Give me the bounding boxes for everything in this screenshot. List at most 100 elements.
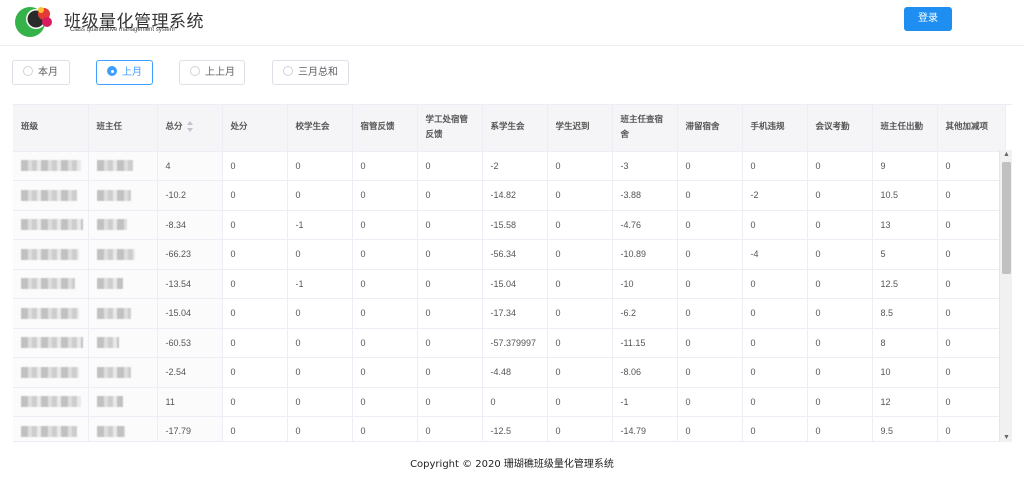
table-cell: 0	[287, 328, 353, 358]
col-header-discipline: 处分	[222, 105, 288, 152]
table-cell: 0	[222, 269, 288, 299]
table-header-row: 班级 班主任 总分 处分 校学生会 宿管反馈 学工处宿管反馈 系学生会 学生迟到…	[13, 105, 1006, 152]
table-cell: -8.34	[157, 210, 223, 240]
table-cell: 0	[807, 239, 873, 270]
class-name-cell-redacted	[13, 269, 89, 299]
redacted-text	[21, 248, 79, 260]
table-cell: 0	[222, 180, 288, 211]
radio-month-before-last[interactable]: 上上月	[179, 60, 245, 85]
table-cell: 0	[547, 239, 613, 270]
table-row: -8.34 0 -1 0 0 -15.58 0 -4.76 0 0 0 13 0	[13, 210, 1006, 240]
redacted-text	[21, 366, 79, 378]
table-cell: 0	[742, 328, 808, 358]
table-cell: 0	[417, 328, 483, 358]
table-cell: 0	[677, 180, 743, 211]
table-cell: 0	[417, 416, 483, 441]
redacted-text	[96, 396, 123, 408]
table-cell: -8.06	[612, 357, 678, 388]
table-cell: 0	[352, 387, 418, 417]
table-cell: -17.79	[157, 416, 223, 441]
redacted-text	[96, 337, 119, 349]
col-header-label: 总分	[165, 122, 183, 133]
table-cell: 9.5	[872, 416, 938, 441]
table-row: -15.04 0 0 0 0 -17.34 0 -6.2 0 0 0 8.5 0	[13, 298, 1006, 329]
col-header-dept-union: 系学生会	[482, 105, 548, 152]
table-cell: 0	[287, 180, 353, 211]
redacted-text	[96, 160, 133, 172]
radio-this-month[interactable]: 本月	[12, 60, 70, 85]
table-cell: 0	[742, 210, 808, 240]
table-cell: 0	[352, 180, 418, 211]
brand-subtitle: Class quantitative management system	[70, 27, 175, 33]
table-scrollbar[interactable]: ▲ ▼	[999, 150, 1012, 442]
table-cell: 10	[872, 357, 938, 388]
table-cell: -12.5	[482, 416, 548, 441]
teacher-name-cell-redacted	[88, 239, 158, 270]
table-cell: 4	[157, 151, 223, 181]
table-cell: 0	[807, 387, 873, 417]
table-cell: 0	[677, 387, 743, 417]
table-cell: -15.04	[157, 298, 223, 329]
table-cell: 9	[872, 151, 938, 181]
table-cell: -1	[287, 210, 353, 240]
table-cell: 0	[547, 269, 613, 299]
radio-label: 本月	[38, 67, 58, 78]
table-cell: 0	[287, 357, 353, 388]
table-cell: 0	[937, 239, 1006, 270]
table-cell: 0	[807, 210, 873, 240]
col-header-late: 学生迟到	[547, 105, 613, 152]
teacher-name-cell-redacted	[88, 416, 158, 441]
class-name-cell-redacted	[13, 416, 89, 441]
redacted-text	[21, 396, 81, 408]
scroll-thumb[interactable]	[1002, 162, 1011, 274]
redacted-text	[96, 307, 131, 319]
sort-caret-icon[interactable]	[186, 121, 194, 133]
table-cell: 0	[287, 298, 353, 329]
table-row: -2.54 0 0 0 0 -4.48 0 -8.06 0 0 0 10 0	[13, 357, 1006, 388]
radio-three-month-total[interactable]: 三月总和	[272, 60, 349, 85]
scroll-down-icon[interactable]: ▼	[1003, 434, 1010, 441]
table-cell: 0	[937, 387, 1006, 417]
table-row: -10.2 0 0 0 0 -14.82 0 -3.88 0 -2 0 10.5 0	[13, 180, 1006, 211]
table-cell: 0	[417, 151, 483, 181]
col-header-teacher-attendance: 班主任出勤	[872, 105, 938, 152]
scroll-up-icon[interactable]: ▲	[1003, 151, 1010, 158]
table-cell: 0	[742, 357, 808, 388]
table-cell: 12	[872, 387, 938, 417]
table-cell: 0	[352, 151, 418, 181]
redacted-text	[21, 189, 77, 201]
table-row: 4 0 0 0 0 -2 0 -3 0 0 0 9 0	[13, 151, 1006, 181]
table-cell: 0	[742, 387, 808, 417]
class-name-cell-redacted	[13, 387, 89, 417]
table-cell: -10.2	[157, 180, 223, 211]
table-cell: -10.89	[612, 239, 678, 270]
table-cell: 0	[807, 180, 873, 211]
table-cell: 0	[677, 328, 743, 358]
radio-last-month[interactable]: 上月	[96, 60, 153, 85]
table-cell: 0	[742, 416, 808, 441]
col-header-class: 班级	[13, 105, 89, 152]
table-cell: 0	[677, 269, 743, 299]
table-row: -17.79 0 0 0 0 -12.5 0 -14.79 0 0 0 9.5 0	[13, 416, 1006, 441]
table-cell: 0	[677, 298, 743, 329]
table-cell: 0	[742, 298, 808, 329]
table-cell: 0	[417, 210, 483, 240]
table-cell: 0	[352, 239, 418, 270]
redacted-text	[96, 366, 131, 378]
redacted-text	[21, 219, 83, 231]
table-cell: 0	[677, 210, 743, 240]
radio-label: 三月总和	[298, 67, 338, 78]
redacted-text	[21, 307, 79, 319]
table-cell: 13	[872, 210, 938, 240]
col-header-stay-in-dorm: 滞留宿舍	[677, 105, 743, 152]
radio-label: 上上月	[205, 67, 235, 78]
table-cell: 0	[287, 387, 353, 417]
table-cell: 5	[872, 239, 938, 270]
table-cell: 0	[677, 416, 743, 441]
table-cell: 0	[547, 180, 613, 211]
login-button[interactable]: 登录	[904, 7, 952, 31]
table-cell: 0	[352, 357, 418, 388]
colorful-circle-logo-icon	[15, 7, 52, 37]
teacher-name-cell-redacted	[88, 269, 158, 299]
col-header-total[interactable]: 总分	[157, 105, 223, 152]
